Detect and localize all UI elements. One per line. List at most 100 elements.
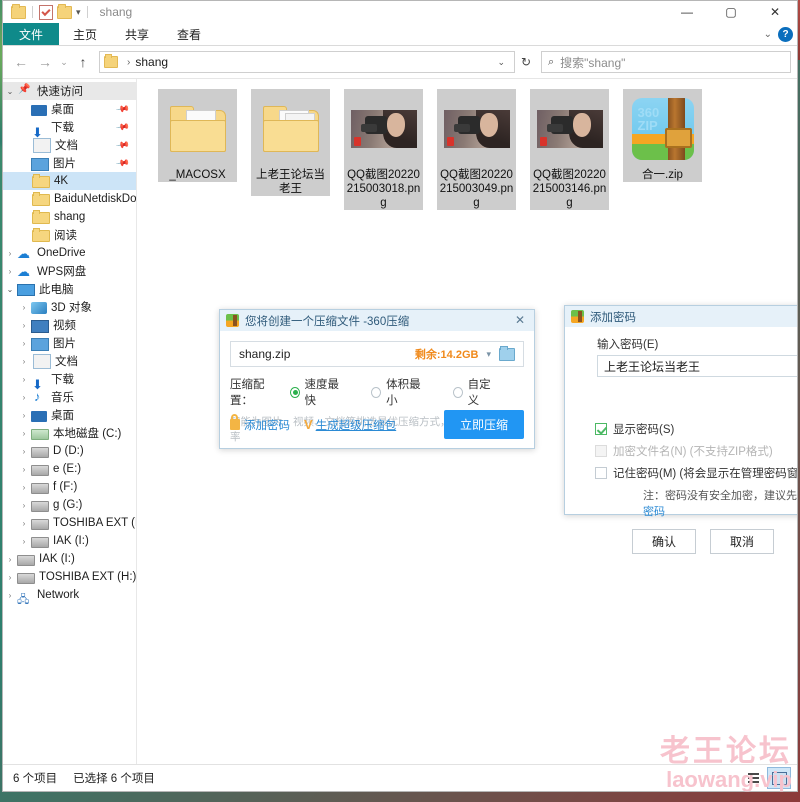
- file-list-area[interactable]: _MACOSX 上老王论坛当老王 QQ截图20220215003018.png QQ截…: [137, 79, 797, 764]
- file-tile[interactable]: QQ截图20220215003049.png: [430, 85, 523, 210]
- chevron-right-icon[interactable]: ›: [17, 321, 31, 330]
- folder-browse-icon[interactable]: [499, 345, 515, 361]
- chevron-right-icon[interactable]: ›: [17, 303, 31, 312]
- sidebar-item-c[interactable]: › 本地磁盘 (C:): [3, 424, 136, 442]
- sidebar-item-[interactable]: 图片 📌: [3, 154, 136, 172]
- search-input[interactable]: 搜索"shang": [560, 54, 625, 71]
- close-icon[interactable]: ✕: [512, 312, 528, 328]
- pin-icon[interactable]: 📌: [115, 155, 130, 170]
- new-folder-icon[interactable]: [57, 3, 72, 19]
- chevron-right-icon[interactable]: ›: [17, 465, 31, 474]
- address-bar[interactable]: › shang ⌄: [99, 51, 515, 73]
- chevron-right-icon[interactable]: ›: [3, 249, 17, 258]
- file-tile[interactable]: 上老王论坛当老王: [244, 85, 337, 210]
- cancel-button[interactable]: 取消: [710, 529, 774, 554]
- sidebar-item-f-f[interactable]: › f (F:): [3, 478, 136, 496]
- chevron-right-icon[interactable]: ›: [17, 339, 31, 348]
- minimize-button[interactable]: —: [665, 1, 709, 23]
- chevron-right-icon[interactable]: ›: [17, 411, 31, 420]
- tab-view[interactable]: 查看: [163, 23, 215, 45]
- search-box[interactable]: ⌕ 搜索"shang": [541, 51, 791, 73]
- tab-share[interactable]: 共享: [111, 23, 163, 45]
- chevron-down-icon[interactable]: ⌄: [492, 57, 510, 68]
- radio-fastest[interactable]: 速度最快: [289, 376, 346, 408]
- compress-now-button[interactable]: 立即压缩: [443, 410, 524, 439]
- chevron-right-icon[interactable]: ›: [17, 447, 31, 456]
- sidebar-item-4k[interactable]: 4K: [3, 172, 136, 190]
- sidebar-item-toshiba-ext-h[interactable]: › TOSHIBA EXT (H:): [3, 568, 136, 586]
- list-view-icon[interactable]: [741, 767, 765, 789]
- chevron-right-icon[interactable]: ›: [17, 483, 31, 492]
- add-password-link[interactable]: 添加密码: [230, 414, 290, 433]
- sidebar-item-[interactable]: 下载 📌: [3, 118, 136, 141]
- thumbnail-view-icon[interactable]: [767, 767, 791, 789]
- chevron-right-icon[interactable]: ›: [17, 537, 31, 546]
- sidebar-item-d-d[interactable]: › D (D:): [3, 442, 136, 460]
- sidebar-item-e-e[interactable]: › e (E:): [3, 460, 136, 478]
- chevron-down-icon[interactable]: ⌄: [764, 29, 772, 40]
- sidebar-item-[interactable]: ⌄ 快速访问: [3, 82, 136, 100]
- archive-name-row[interactable]: shang.zip 剩余:14.2GB ▾: [230, 341, 524, 367]
- archive-name-input[interactable]: shang.zip: [239, 347, 415, 361]
- sidebar-item-[interactable]: › 文档: [3, 352, 136, 370]
- radio-smallest[interactable]: 体积最小: [371, 376, 427, 408]
- file-tile[interactable]: 360 ZIP 合一.zip: [616, 85, 709, 210]
- chevron-right-icon[interactable]: ›: [17, 393, 31, 402]
- file-tile[interactable]: QQ截图20220215003146.png: [523, 85, 616, 210]
- navigation-pane[interactable]: ⌄ 快速访问桌面 📌 下载 📌 文档 📌 图片 📌 4K BaiduNetdiskDow shang 阅…: [3, 79, 137, 764]
- chevron-right-icon[interactable]: ›: [17, 375, 31, 384]
- chevron-right-icon[interactable]: ›: [3, 267, 17, 276]
- properties-icon[interactable]: [39, 4, 53, 20]
- chevron-right-icon[interactable]: ›: [17, 429, 31, 438]
- help-icon[interactable]: ?: [778, 26, 793, 42]
- chevron-down-icon[interactable]: ⌄: [3, 87, 17, 96]
- sidebar-item-[interactable]: 桌面 📌: [3, 100, 136, 118]
- pin-icon[interactable]: 📌: [115, 101, 130, 116]
- chevron-right-icon[interactable]: ›: [3, 591, 17, 600]
- chevron-right-icon[interactable]: ›: [17, 501, 31, 510]
- sidebar-item-iak-i[interactable]: › IAK (I:): [3, 532, 136, 550]
- sidebar-item-[interactable]: 文档 📌: [3, 136, 136, 154]
- chevron-right-icon[interactable]: ›: [17, 357, 31, 366]
- close-button[interactable]: ✕: [753, 1, 797, 23]
- up-button[interactable]: ↑: [71, 50, 95, 74]
- sidebar-item-[interactable]: › 图片: [3, 334, 136, 352]
- tab-file[interactable]: 文件: [3, 23, 60, 45]
- file-tile[interactable]: _MACOSX: [151, 85, 244, 210]
- sidebar-item-g-g[interactable]: › g (G:): [3, 496, 136, 514]
- sidebar-item-toshiba-ext-h[interactable]: › TOSHIBA EXT (H:): [3, 514, 136, 532]
- sidebar-item-onedrive[interactable]: › OneDrive: [3, 244, 136, 262]
- back-button[interactable]: ←: [9, 50, 33, 74]
- chevron-right-icon[interactable]: ›: [3, 573, 17, 582]
- sidebar-item-[interactable]: › 下载: [3, 370, 136, 393]
- sidebar-item-[interactable]: › 视频: [3, 316, 136, 334]
- chevron-down-icon[interactable]: ▾: [486, 349, 491, 360]
- folder-icon[interactable]: [11, 3, 26, 19]
- show-password-row[interactable]: 显示密码(S): [595, 421, 797, 437]
- sidebar-item-baidunetdiskdow[interactable]: BaiduNetdiskDow: [3, 190, 136, 208]
- sidebar-item-wps[interactable]: › WPS网盘: [3, 262, 136, 280]
- chevron-right-icon[interactable]: ›: [17, 519, 31, 528]
- sidebar-item-[interactable]: › 桌面: [3, 406, 136, 424]
- sidebar-item-3d[interactable]: › 3D 对象: [3, 298, 136, 316]
- chevron-right-icon[interactable]: ›: [3, 555, 17, 564]
- pin-icon[interactable]: 📌: [115, 137, 130, 152]
- super-zip-link[interactable]: V 生成超级压缩包: [304, 417, 396, 433]
- breadcrumb-current[interactable]: shang: [135, 55, 168, 69]
- password-input[interactable]: 上老王论坛当老王: [597, 355, 797, 377]
- recent-locations-button[interactable]: ⌄: [57, 50, 71, 74]
- tab-home[interactable]: 主页: [59, 23, 111, 45]
- refresh-button[interactable]: ↻: [515, 51, 537, 73]
- sidebar-item-[interactable]: 阅读: [3, 226, 136, 244]
- confirm-button[interactable]: 确认: [632, 529, 696, 554]
- chevron-down-icon[interactable]: ⌄: [3, 285, 17, 294]
- radio-custom[interactable]: 自定义: [452, 376, 498, 408]
- sidebar-item-network[interactable]: › Network: [3, 586, 136, 610]
- pin-icon[interactable]: 📌: [115, 119, 130, 134]
- sidebar-item-iak-i[interactable]: › IAK (I:): [3, 550, 136, 568]
- sidebar-item-shang[interactable]: shang: [3, 208, 136, 226]
- chevron-down-icon[interactable]: ▾: [76, 7, 81, 17]
- sidebar-item-[interactable]: › 音乐: [3, 388, 136, 406]
- file-tile[interactable]: QQ截图20220215003018.png: [337, 85, 430, 210]
- forward-button[interactable]: →: [33, 50, 57, 74]
